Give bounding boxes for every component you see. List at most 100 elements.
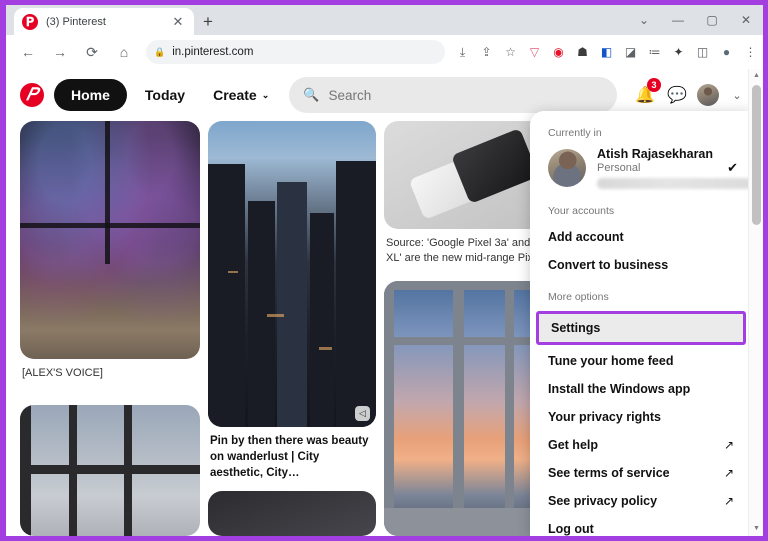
dark-reader-icon[interactable]: ◪: [619, 41, 642, 64]
home-icon[interactable]: ⌂: [110, 38, 138, 66]
external-link-icon: ↗: [723, 438, 734, 452]
bookmark-star-icon[interactable]: ☆: [499, 41, 522, 64]
pin-caption: Source: 'Google Pixel 3a' and '3a XL' ar…: [386, 237, 548, 265]
settings-highlight-box: Settings: [536, 311, 746, 345]
reload-icon[interactable]: ⟳: [78, 38, 106, 66]
menu-item-see-privacy-policy[interactable]: See privacy policy ↗: [530, 487, 752, 515]
search-input[interactable]: 🔍 Search: [289, 77, 617, 113]
account-email-redacted: [597, 178, 752, 189]
tab-search-chevron-down-icon[interactable]: ⌄: [627, 5, 661, 35]
menu-item-add-account[interactable]: Add account: [530, 223, 752, 251]
menu-item-install-the-windows-app[interactable]: Install the Windows app: [530, 375, 752, 403]
nav-today-button[interactable]: Today: [135, 79, 195, 111]
scrollbar-thumb[interactable]: [752, 85, 761, 225]
pin-image-corner-window-sunset[interactable]: [384, 281, 552, 536]
nav-home-button[interactable]: Home: [54, 79, 127, 111]
menu-item-label: Convert to business: [548, 258, 669, 272]
pin-overlay-icon[interactable]: ◁: [355, 406, 370, 421]
pin-card[interactable]: Source: 'Google Pixel 3a' and '3a XL' ar…: [384, 121, 552, 266]
pin-card[interactable]: ◁ Pin by then there was beauty on wander…: [208, 121, 376, 482]
menu-item-label: Get help: [548, 438, 599, 452]
more-options-label: More options: [548, 291, 609, 303]
account-dropdown-menu: Currently in Atish Rajasekharan Personal…: [530, 111, 752, 536]
menu-item-label: See terms of service: [548, 466, 670, 480]
pin-caption: Pin by then there was beauty on wanderlu…: [210, 435, 369, 479]
account-avatar: [548, 149, 586, 187]
nav-create-label: Create: [213, 87, 257, 103]
menu-item-convert-to-business[interactable]: Convert to business: [530, 251, 752, 279]
menu-item-label: Tune your home feed: [548, 354, 674, 368]
address-bar-url: in.pinterest.com: [172, 46, 254, 58]
tab-title: (3) Pinterest: [46, 15, 106, 28]
account-name: Atish Rajasekharan: [597, 147, 714, 161]
menu-item-label: Install the Windows app: [548, 382, 691, 396]
browser-window: 𝐏 (3) Pinterest ✕ + ⌄ — ▢ ✕ ← → ⟳ ⌂ 🔒 in…: [6, 5, 763, 536]
window-close-icon[interactable]: ✕: [729, 5, 763, 35]
extensions-puzzle-icon[interactable]: ✦: [667, 41, 690, 64]
pin-image-city-skyline-dusk[interactable]: ◁: [208, 121, 376, 427]
menu-item-tune-your-home-feed[interactable]: Tune your home feed: [530, 347, 752, 375]
nav-create-button[interactable]: Create ⌄: [203, 79, 279, 111]
scroll-down-arrow-icon[interactable]: ▼: [749, 522, 763, 536]
currently-in-label: Currently in: [548, 127, 602, 139]
browser-tab[interactable]: 𝐏 (3) Pinterest ✕: [14, 8, 194, 35]
maximize-icon[interactable]: ▢: [695, 5, 729, 35]
menu-item-get-help[interactable]: Get help ↗: [530, 431, 752, 459]
toolbar-icon-group: ⤓ ⇪ ☆ ▽ ◉ ☗ ◧ ◪ ≔ ✦ ◫ ● ⋮: [451, 41, 763, 64]
pin-image-google-pixel-phones[interactable]: [384, 121, 552, 229]
install-app-icon[interactable]: ⤓: [451, 41, 474, 64]
grammarly-icon[interactable]: ◧: [595, 41, 618, 64]
menu-item-your-privacy-rights[interactable]: Your privacy rights: [530, 403, 752, 431]
back-icon[interactable]: ←: [14, 38, 42, 66]
pin-image-bedroom-city-night[interactable]: [20, 121, 200, 359]
pin-image-window-grid-dusk[interactable]: [20, 405, 200, 536]
ghostery-icon[interactable]: ☗: [571, 41, 594, 64]
browser-titlebar: 𝐏 (3) Pinterest ✕ + ⌄ — ▢ ✕: [6, 5, 763, 35]
menu-item-label: Your privacy rights: [548, 410, 661, 424]
account-chevron-down-icon[interactable]: ⌄: [723, 81, 751, 109]
pin-card[interactable]: [20, 405, 200, 536]
pinterest-favicon-icon: 𝐏: [22, 13, 38, 30]
pinterest-logo-icon[interactable]: 𝑃: [20, 83, 44, 107]
messages-chat-bubble-icon[interactable]: 💬: [663, 81, 691, 109]
menu-item-label: Log out: [548, 522, 594, 536]
scroll-up-arrow-icon[interactable]: ▲: [749, 69, 763, 83]
menu-item-label: See privacy policy: [548, 494, 658, 508]
menu-item-settings[interactable]: Settings: [539, 314, 743, 342]
header-right-group: 🔔 3 💬 ⌄: [627, 78, 751, 109]
side-panel-icon[interactable]: ◫: [691, 41, 714, 64]
browser-toolbar: ← → ⟳ ⌂ 🔒 in.pinterest.com ⤓ ⇪ ☆ ▽ ◉ ☗ ◧…: [6, 35, 763, 69]
profile-avatar-icon[interactable]: ●: [715, 41, 738, 64]
pin-image-dark-structure[interactable]: [208, 491, 376, 536]
notifications-bell-icon[interactable]: 🔔 3: [631, 78, 661, 109]
reading-list-icon[interactable]: ≔: [643, 41, 666, 64]
account-type: Personal: [597, 162, 641, 174]
address-bar[interactable]: 🔒 in.pinterest.com: [146, 40, 445, 64]
annotation-frame: 𝐏 (3) Pinterest ✕ + ⌄ — ▢ ✕ ← → ⟳ ⌂ 🔒 in…: [0, 0, 768, 541]
pin-caption: [ALEX'S VOICE]: [22, 367, 103, 379]
pin-card[interactable]: [208, 491, 376, 536]
menu-item-label: Add account: [548, 230, 624, 244]
external-link-icon: ↗: [723, 494, 734, 508]
pin-card[interactable]: [384, 281, 552, 536]
close-icon[interactable]: ✕: [170, 14, 186, 30]
notification-badge: 3: [647, 78, 661, 92]
page-scrollbar[interactable]: ▲ ▼: [748, 69, 763, 536]
menu-item-log-out[interactable]: Log out: [530, 515, 752, 536]
search-icon: 🔍: [303, 87, 320, 102]
pin-card[interactable]: [ALEX'S VOICE]: [20, 121, 200, 381]
opera-icon[interactable]: ◉: [547, 41, 570, 64]
minimize-icon[interactable]: —: [661, 5, 695, 35]
window-controls: ⌄ — ▢ ✕: [627, 5, 763, 35]
menu-item-see-terms-of-service[interactable]: See terms of service ↗: [530, 459, 752, 487]
forward-icon[interactable]: →: [46, 38, 74, 66]
user-avatar[interactable]: [697, 84, 719, 106]
pocket-icon[interactable]: ▽: [523, 41, 546, 64]
current-account-row[interactable]: Atish Rajasekharan Personal ✔: [530, 145, 752, 193]
chrome-menu-icon[interactable]: ⋮: [739, 41, 762, 64]
share-icon[interactable]: ⇪: [475, 41, 498, 64]
chevron-down-icon: ⌄: [261, 89, 270, 100]
check-icon: ✔: [727, 160, 738, 175]
new-tab-button[interactable]: +: [198, 12, 218, 32]
search-placeholder: Search: [328, 87, 372, 103]
